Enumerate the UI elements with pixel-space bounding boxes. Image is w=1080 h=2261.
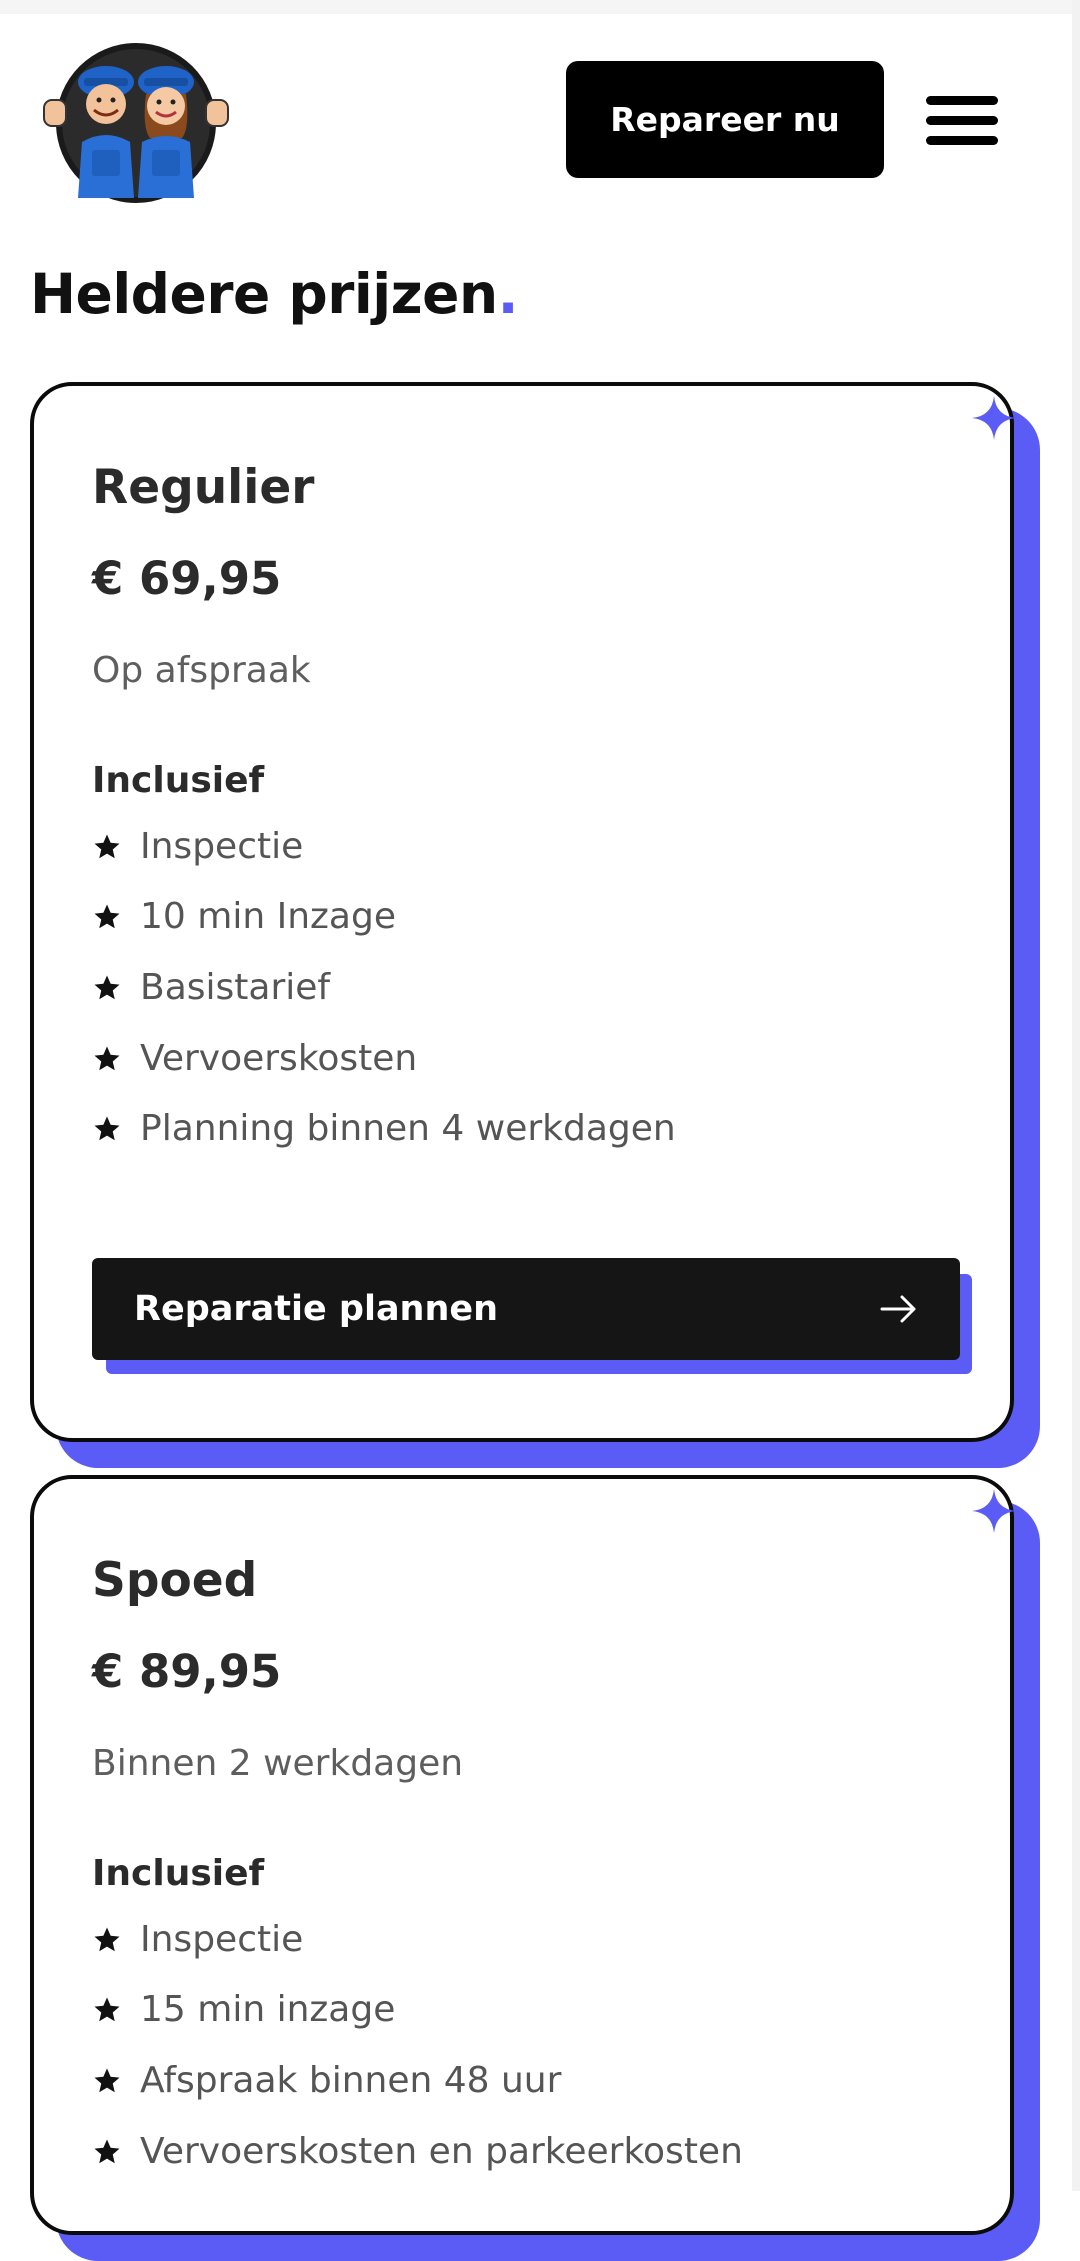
feature-item: 10 min Inzage [92,896,396,937]
feature-item: Basistarief [92,967,330,1008]
section-title: Heldere prijzen. [30,262,519,326]
feature-item: Inspectie [92,826,303,867]
feature-text: Inspectie [140,826,304,867]
star-icon [94,1116,120,1140]
feature-text: Inspectie [140,1919,304,1960]
site-header: Repareer nu [0,14,1080,234]
feature-item: Planning binnen 4 werkdagen [92,1108,676,1149]
plan-price: € 69,95 [92,552,282,605]
feature-item: Afspraak binnen 48 uur [92,2060,561,2101]
star-icon [94,1927,120,1951]
star-icon [94,904,120,928]
section-title-text: Heldere prijzen [30,262,498,326]
star-icon [94,2068,120,2092]
feature-text: Basistarief [140,967,331,1008]
arrow-right-icon [880,1295,916,1323]
feature-text: Planning binnen 4 werkdagen [140,1108,676,1149]
sparkle-icon [972,396,1016,440]
feature-item: Inspectie [92,1919,303,1960]
card-body: Regulier € 69,95 Op afspraak Inclusief I… [30,382,1016,1442]
feature-text: Vervoerskosten en parkeerkosten [140,2131,743,2172]
includes-label: Inclusief [92,1853,265,1894]
star-icon [94,2139,120,2163]
repair-now-button[interactable]: Repareer nu [566,61,884,178]
plan-price: € 89,95 [92,1645,282,1698]
star-icon [94,834,120,858]
feature-text: 15 min inzage [140,1989,396,2030]
top-strip [0,0,1080,14]
feature-item: 15 min inzage [92,1989,395,2030]
star-icon [94,975,120,999]
feature-text: Afspraak binnen 48 uur [140,2060,562,2101]
scroll-rail[interactable] [1072,0,1080,2191]
plan-name: Regulier [92,460,315,515]
sparkle-icon [972,1489,1016,1533]
logo-icon[interactable] [38,38,234,208]
plan-name: Spoed [92,1553,258,1608]
card-body: Spoed € 89,95 Binnen 2 werkdagen Inclusi… [30,1475,1016,2235]
plan-repair-button[interactable]: Reparatie plannen [92,1258,960,1360]
plan-subtitle: Op afspraak [92,650,311,691]
plan-button-label: Reparatie plannen [134,1289,499,1329]
plan-subtitle: Binnen 2 werkdagen [92,1743,464,1784]
star-icon [94,1997,120,2021]
star-icon [94,1046,120,1070]
pricing-card-spoed: Spoed € 89,95 Binnen 2 werkdagen Inclusi… [30,1475,1040,2261]
hamburger-menu-icon[interactable] [926,96,998,146]
feature-text: Vervoerskosten [140,1038,418,1079]
feature-text: 10 min Inzage [140,896,396,937]
feature-item: Vervoerskosten en parkeerkosten [92,2131,743,2172]
includes-label: Inclusief [92,760,265,801]
pricing-card-regulier: Regulier € 69,95 Op afspraak Inclusief I… [30,382,1040,1472]
feature-item: Vervoerskosten [92,1038,417,1079]
section-title-dot: . [497,262,519,326]
